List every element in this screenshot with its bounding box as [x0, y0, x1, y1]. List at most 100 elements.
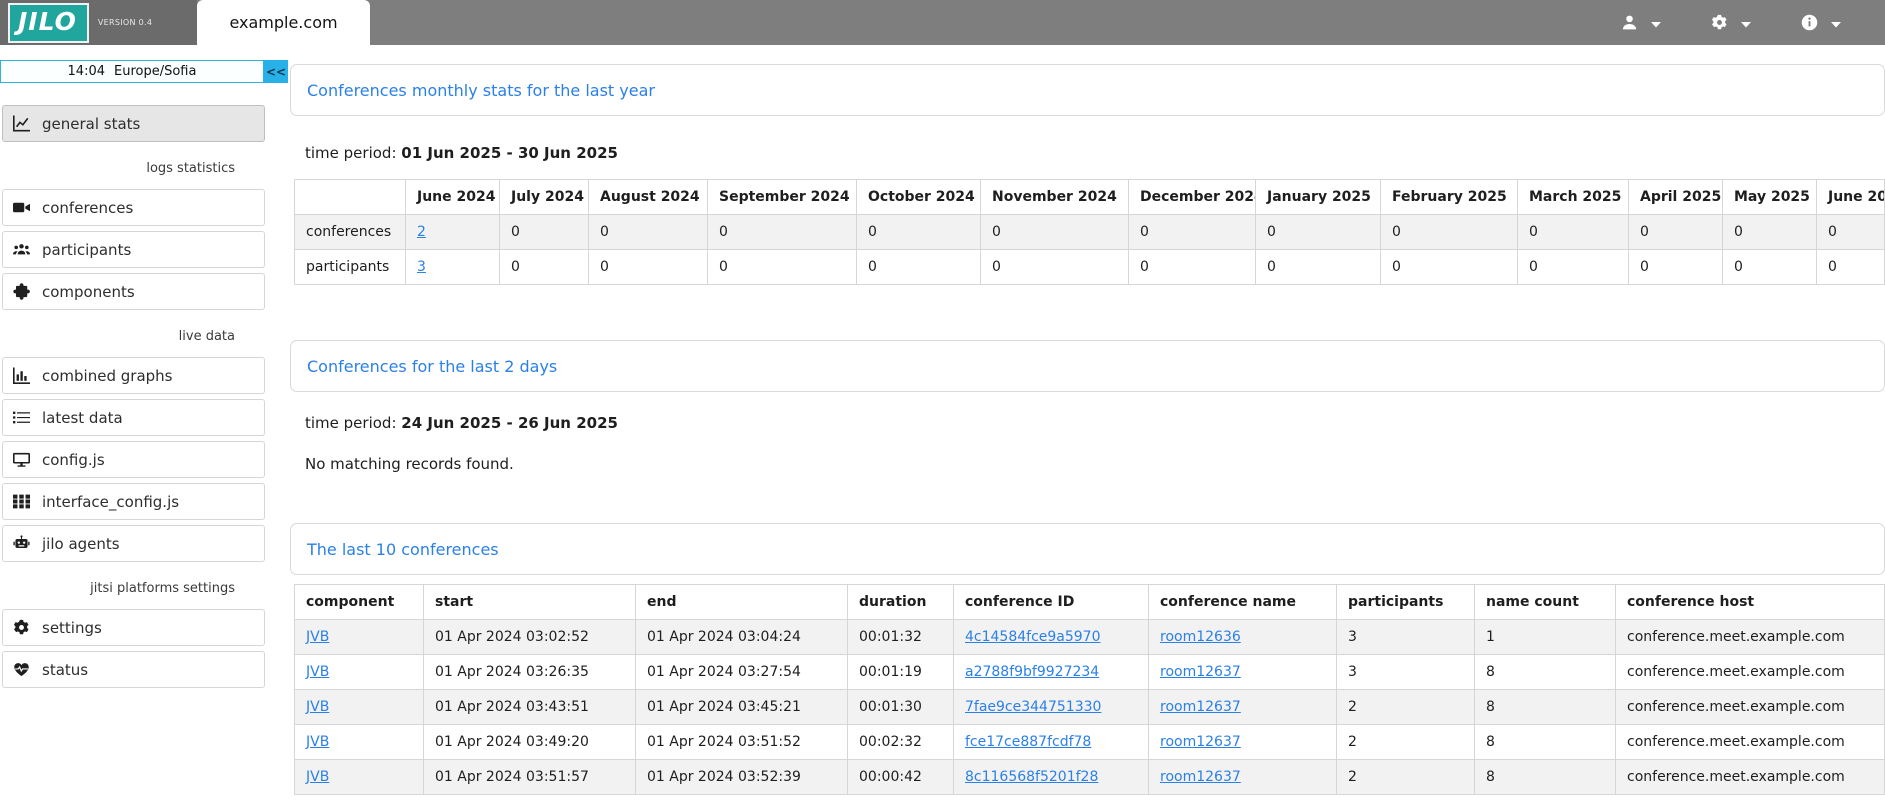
monthly-count-cell: 0 [1129, 215, 1256, 250]
sidebar-item-components[interactable]: components [2, 273, 265, 310]
sidebar-item-settings[interactable]: settings [2, 609, 265, 646]
sidebar-item-participants[interactable]: participants [2, 231, 265, 268]
sidebar-item-conferences[interactable]: conferences [2, 189, 265, 226]
conference-name-cell: room12637 [1149, 725, 1337, 760]
monthly-count-cell: 0 [1629, 215, 1723, 250]
sidebar-item-status[interactable]: status [2, 651, 265, 688]
monthly-count-cell: 0 [1256, 215, 1381, 250]
column-header-june-2024: June 2024 [406, 180, 500, 215]
end-cell: 01 Apr 2024 03:52:39 [636, 760, 848, 795]
heart-pulse-icon [13, 661, 30, 678]
users-icon [13, 241, 30, 258]
time-period-label: time period: [305, 414, 397, 432]
table-row: JVB01 Apr 2024 03:43:5101 Apr 2024 03:45… [295, 690, 1885, 725]
last10-conferences-table: componentstartenddurationconference IDco… [294, 584, 1885, 795]
name-count-cell: 1 [1475, 620, 1616, 655]
monthly-count-cell: 0 [981, 250, 1129, 285]
column-header-june-2025: June 2025 [1817, 180, 1885, 215]
main-content: Conferences monthly stats for the last y… [290, 45, 1885, 809]
topbar: JILO VERSION 0.4 example.com [0, 0, 1885, 45]
sidebar-item-jilo-agents[interactable]: jilo agents [2, 525, 265, 562]
app-logo[interactable]: JILO [8, 3, 89, 43]
sidebar-item-label: components [42, 283, 135, 301]
component-link[interactable]: JVB [306, 629, 329, 645]
clock-display: 14:04 Europe/Sofia [0, 60, 264, 83]
clock-time: 14:04 [68, 64, 105, 79]
column-header-component: component [295, 585, 424, 620]
sidebar-item-label: combined graphs [42, 367, 172, 385]
component-link[interactable]: JVB [306, 664, 329, 680]
sidebar-collapse-button[interactable]: << [264, 60, 288, 83]
table-row: JVB01 Apr 2024 03:26:3501 Apr 2024 03:27… [295, 655, 1885, 690]
sidebar-item-config-js[interactable]: config.js [2, 441, 265, 478]
component-link[interactable]: JVB [306, 699, 329, 715]
conferences-count-link[interactable]: 2 [417, 224, 426, 240]
table-row: JVB 01 Apr 2024 03:02:5201 Apr 2024 03:04… [295, 620, 1885, 655]
conference-host-cell: conference.meet.example.com [1616, 760, 1885, 795]
duration-cell: 00:00:42 [848, 760, 954, 795]
clock-row: 14:04 Europe/Sofia << [0, 60, 288, 83]
monthly-count-cell: 0 [857, 250, 981, 285]
grid-icon [13, 493, 30, 510]
sidebar-item-label: general stats [42, 115, 140, 133]
conference-id-cell: a2788f9bf9927234 [954, 655, 1149, 690]
duration-cell: 00:01:32 [848, 620, 954, 655]
sidebar-item-label: interface_config.js [42, 493, 179, 511]
sidebar-item-combined-graphs[interactable]: combined graphs [2, 357, 265, 394]
monthly-count-cell: 0 [1518, 250, 1629, 285]
monthly-count-cell: 0 [1129, 250, 1256, 285]
table-row: conferences2000000000000 [295, 215, 1885, 250]
column-header-april-2025: April 2025 [1629, 180, 1723, 215]
end-cell: 01 Apr 2024 03:04:24 [636, 620, 848, 655]
column-header-name-count: name count [1475, 585, 1616, 620]
participants-count-link[interactable]: 3 [417, 259, 426, 275]
settings-menu[interactable] [1711, 13, 1751, 32]
conference-id-link[interactable]: 4c14584fce9a5970 [965, 629, 1101, 645]
sidebar-item-interface-config-js[interactable]: interface_config.js [2, 483, 265, 520]
conference-id-cell: 4c14584fce9a5970 [954, 620, 1149, 655]
conference-id-cell: 8c116568f5201f28 [954, 760, 1149, 795]
conference-name-link[interactable]: room12637 [1160, 699, 1241, 715]
sidebar-section-logs-statistics: logs statistics [2, 147, 265, 189]
column-header-conference-host: conference host [1616, 585, 1885, 620]
recent-conferences-title-link[interactable]: Conferences for the last 2 days [307, 357, 557, 376]
conference-name-link[interactable]: room12636 [1160, 629, 1241, 645]
info-menu[interactable] [1801, 13, 1841, 32]
column-header-conference-name: conference name [1149, 585, 1337, 620]
topbar-brand-area: JILO VERSION 0.4 [0, 0, 197, 45]
conference-id-link[interactable]: fce17ce887fcdf78 [965, 734, 1091, 750]
component-link[interactable]: JVB [306, 769, 329, 785]
conference-id-cell: 7fae9ce344751330 [954, 690, 1149, 725]
component-cell: JVB [295, 655, 424, 690]
conference-name-link[interactable]: room12637 [1160, 734, 1241, 750]
topbar-menus [1621, 0, 1885, 45]
monitor-icon [13, 451, 30, 468]
sidebar-section-jitsi-platforms-settings: jitsi platforms settings [2, 567, 265, 609]
monthly-count-cell: 0 [1381, 215, 1518, 250]
duration-cell: 00:01:19 [848, 655, 954, 690]
monthly-count-cell: 0 [1817, 215, 1885, 250]
sidebar-item-general-stats[interactable]: general stats [2, 105, 265, 142]
bar-chart-icon [13, 367, 30, 384]
sidebar-item-latest-data[interactable]: latest data [2, 399, 265, 436]
topbar-spacer [370, 0, 1621, 45]
last10-conferences-title-link[interactable]: The last 10 conferences [307, 540, 499, 559]
monthly-stats-title-link[interactable]: Conferences monthly stats for the last y… [307, 81, 655, 100]
start-cell: 01 Apr 2024 03:02:52 [424, 620, 636, 655]
user-menu[interactable] [1621, 13, 1661, 32]
start-cell: 01 Apr 2024 03:43:51 [424, 690, 636, 725]
conference-name-link[interactable]: room12637 [1160, 769, 1241, 785]
conference-id-link[interactable]: a2788f9bf9927234 [965, 664, 1099, 680]
monthly-count-cell: 0 [500, 250, 589, 285]
conference-host-cell: conference.meet.example.com [1616, 725, 1885, 760]
conference-name-link[interactable]: room12637 [1160, 664, 1241, 680]
platform-tab[interactable]: example.com [197, 0, 370, 45]
conference-id-link[interactable]: 8c116568f5201f28 [965, 769, 1098, 785]
component-cell: JVB [295, 690, 424, 725]
conference-id-link[interactable]: 7fae9ce344751330 [965, 699, 1101, 715]
monthly-count-cell: 0 [500, 215, 589, 250]
monthly-time-period: time period: 01 Jun 2025 - 30 Jun 2025 [305, 144, 1885, 162]
component-link[interactable]: JVB [306, 734, 329, 750]
no-records-message: No matching records found. [305, 455, 1885, 473]
conference-id-cell: fce17ce887fcdf78 [954, 725, 1149, 760]
